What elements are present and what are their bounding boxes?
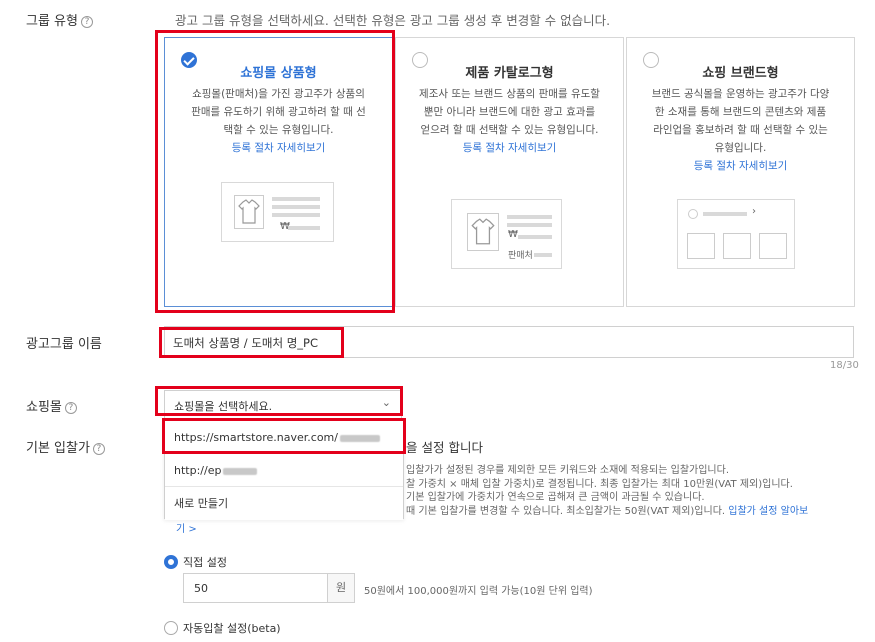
card-title: 쇼핑몰 상품형 <box>240 66 317 81</box>
radio-icon[interactable] <box>164 621 178 635</box>
card-description: 제조사 또는 브랜드 상품의 판매를 유도할 뿐만 아니라 브랜드에 대한 광고… <box>418 85 601 157</box>
bid-amount-input[interactable]: 50 <box>183 573 328 603</box>
bid-guide-link-continued[interactable]: 기 > <box>176 520 197 535</box>
chevron-down-icon[interactable]: ⌄ <box>382 396 391 409</box>
base-bid-label: 기본 입찰가? <box>26 437 105 456</box>
dropdown-option-smartstore[interactable]: https://smartstore.naver.com/ <box>165 421 403 454</box>
dropdown-option-ep[interactable]: http://ep <box>165 454 403 487</box>
chevron-right-icon: › <box>752 206 756 217</box>
help-icon[interactable]: ? <box>64 402 77 414</box>
card-product-catalog[interactable]: 제품 카탈로그형 제조사 또는 브랜드 상품의 판매를 유도할 뿐만 아니라 브… <box>395 37 624 307</box>
card-title: 쇼핑 브랜드형 <box>702 66 779 81</box>
help-icon[interactable]: ? <box>80 16 93 28</box>
shopping-mall-select[interactable]: 쇼핑몰을 선택하세요. ⌄ <box>164 390 402 420</box>
redacted-text <box>223 467 258 475</box>
group-name-label: 광고그룹 이름 <box>26 337 102 352</box>
registration-details-link[interactable]: 등록 절차 자세히보기 <box>649 157 832 175</box>
manual-setting-label: 직접 설정 <box>183 556 227 569</box>
brand-mock-illustration: › <box>677 199 795 269</box>
card-shopping-product[interactable]: 쇼핑몰 상품형 쇼핑몰(판매처)을 가진 광고주가 상품의 판매를 유도하기 위… <box>164 37 393 307</box>
card-title: 제품 카탈로그형 <box>465 66 554 81</box>
auto-bid-label: 자동입찰 설정(beta) <box>183 622 281 635</box>
shirt-icon <box>467 213 499 251</box>
card-shopping-brand[interactable]: 쇼핑 브랜드형 브랜드 공식몰을 운영하는 광고주가 다양한 소재를 통해 브랜… <box>626 37 855 307</box>
group-type-description: 광고 그룹 유형을 선택하세요. 선택한 유형은 광고 그룹 생성 후 변경할 … <box>175 13 611 28</box>
group-type-label: 그룹 유형? <box>26 10 93 29</box>
char-counter: 18/30 <box>830 360 859 371</box>
registration-details-link[interactable]: 등록 절차 자세히보기 <box>187 139 370 157</box>
bag-icon <box>687 233 715 259</box>
group-name-input[interactable]: 도매처 상품명 / 도매처 명_PC <box>164 326 854 358</box>
shopping-mall-label: 쇼핑몰? <box>26 396 77 415</box>
radio-selected-icon[interactable] <box>164 555 178 569</box>
currency-unit: 원 <box>327 573 355 603</box>
bag-icon <box>759 233 787 259</box>
redacted-text <box>339 434 380 442</box>
bid-guide-link[interactable]: 입찰가 설정 알아보 <box>728 506 808 517</box>
shirt-icon <box>234 195 264 229</box>
dropdown-option-create-new[interactable]: 새로 만들기 <box>165 487 403 520</box>
registration-details-link[interactable]: 등록 절차 자세히보기 <box>418 139 601 157</box>
help-icon[interactable]: ? <box>92 443 105 455</box>
bag-icon <box>723 233 751 259</box>
product-mock-illustration: ₩ <box>221 182 334 242</box>
bid-range-hint: 50원에서 100,000원까지 입력 가능(10원 단위 입력) <box>364 586 593 597</box>
card-description: 브랜드 공식몰을 운영하는 광고주가 다양한 소재를 통해 브랜드의 콘텐츠와 … <box>649 85 832 175</box>
shopping-mall-dropdown: https://smartstore.naver.com/ http://ep … <box>164 420 404 520</box>
base-bid-notes: 입찰가가 설정된 경우를 제외한 모든 키워드와 소재에 적용되는 입찰가입니다… <box>406 465 809 517</box>
base-bid-heading: 을 설정 합니다 <box>406 440 483 455</box>
catalog-mock-illustration: ₩ 판매처 <box>451 199 562 269</box>
card-description: 쇼핑몰(판매처)을 가진 광고주가 상품의 판매를 유도하기 위해 광고하려 할… <box>187 85 370 157</box>
